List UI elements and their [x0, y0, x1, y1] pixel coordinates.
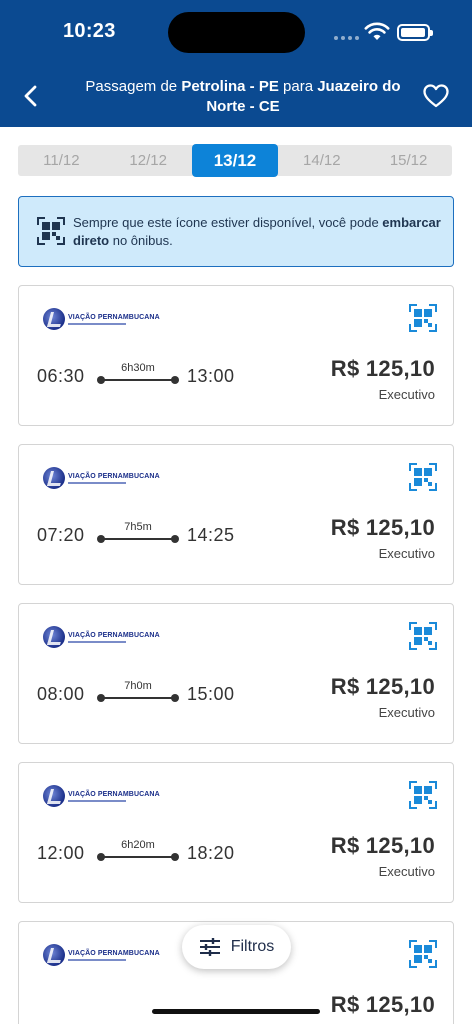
info-text-start: Sempre que este ícone estiver disponível… [73, 215, 383, 230]
company-name: VIAÇÃO PERNAMBUCANA [68, 790, 160, 798]
route-title: Passagem de Petrolina - PE para Juazeiro… [80, 77, 406, 117]
departure-time: 06:30 [37, 366, 85, 386]
trip-duration: 7h5m [124, 521, 152, 533]
dynamic-island [168, 12, 305, 53]
favorite-heart-icon[interactable] [422, 83, 450, 109]
company-logo-mark [43, 467, 65, 489]
route-line [97, 376, 179, 384]
trip-duration: 7h0m [124, 680, 152, 692]
company-logo-mark [43, 785, 65, 807]
date-tab-14-12[interactable]: 14/12 [278, 145, 365, 176]
company-logo-mark [43, 308, 65, 330]
service-class: Executivo [378, 705, 435, 720]
direct-boarding-qr-icon [409, 622, 437, 650]
date-tab-12-12[interactable]: 12/12 [105, 145, 192, 176]
status-time: 10:23 [63, 20, 116, 42]
arrival-time: 14:25 [187, 525, 235, 545]
trip-duration: 6h20m [121, 839, 155, 851]
departure-time: 12:00 [37, 843, 85, 863]
arrival-time: 18:20 [187, 843, 235, 863]
company-name: VIAÇÃO PERNAMBUCANA [68, 313, 160, 321]
trip-price: R$ 125,10 [330, 515, 435, 540]
trip-price: R$ 125,10 [330, 356, 435, 381]
trip-price: R$ 125,10 [330, 833, 435, 858]
company-logo: VIAÇÃO PERNAMBUCANA [43, 785, 160, 807]
filters-button[interactable]: Filtros [182, 925, 291, 969]
wifi-icon [364, 22, 390, 40]
direct-boarding-qr-icon [409, 940, 437, 968]
route-line [97, 694, 179, 702]
back-arrow-icon[interactable] [20, 83, 42, 109]
company-logo: VIAÇÃO PERNAMBUCANA [43, 467, 160, 489]
service-class: Executivo [378, 546, 435, 561]
company-logo: VIAÇÃO PERNAMBUCANA [43, 308, 160, 330]
app-header: 10:23 Passagem de Petrolina - PE para Ju… [0, 0, 472, 127]
direct-boarding-qr-icon [37, 217, 65, 245]
title-prefix: Passagem de [85, 78, 182, 95]
title-connector: para [278, 78, 318, 95]
direct-boarding-qr-icon [409, 304, 437, 332]
trip-duration: 6h30m [121, 362, 155, 374]
date-selector: 11/12 12/12 13/12 14/12 15/12 [18, 144, 452, 177]
date-tab-15-12[interactable]: 15/12 [365, 145, 452, 176]
company-logo-mark [43, 626, 65, 648]
company-logo-mark [43, 944, 65, 966]
direct-boarding-qr-icon [409, 781, 437, 809]
trip-card[interactable]: VIAÇÃO PERNAMBUCANA 12:00 6h20m 18:20 R$ 125… [18, 762, 454, 903]
trip-card[interactable]: VIAÇÃO PERNAMBUCANA 08:00 7h0m 15:00 R$ 125,… [18, 603, 454, 744]
company-logo: VIAÇÃO PERNAMBUCANA [43, 944, 160, 966]
trip-card[interactable]: VIAÇÃO PERNAMBUCANA 07:20 7h5m 14:25 R$ 125,… [18, 444, 454, 585]
company-name: VIAÇÃO PERNAMBUCANA [68, 472, 160, 480]
trip-card[interactable]: VIAÇÃO PERNAMBUCANA 06:30 6h30m 13:00 R$ 125… [18, 285, 454, 426]
route-line [97, 535, 179, 543]
company-logo: VIAÇÃO PERNAMBUCANA [43, 626, 160, 648]
origin-city: Petrolina - PE [181, 78, 279, 95]
info-text-end: no ônibus. [109, 233, 173, 248]
route-line [97, 853, 179, 861]
info-text: Sempre que este ícone estiver disponível… [73, 214, 443, 250]
company-name: VIAÇÃO PERNAMBUCANA [68, 949, 160, 957]
direct-boarding-info-banner: Sempre que este ícone estiver disponível… [18, 196, 454, 267]
departure-time: 08:00 [37, 684, 85, 704]
service-class: Executivo [378, 387, 435, 402]
battery-icon [397, 24, 433, 41]
date-tab-13-12-selected[interactable]: 13/12 [191, 144, 279, 177]
direct-boarding-qr-icon [409, 463, 437, 491]
signal-icon [334, 36, 359, 40]
date-tab-11-12[interactable]: 11/12 [18, 145, 105, 176]
service-class: Executivo [378, 864, 435, 879]
trip-price: R$ 125,10 [330, 674, 435, 699]
departure-time: 07:20 [37, 525, 85, 545]
arrival-time: 15:00 [187, 684, 235, 704]
sliders-icon [199, 938, 220, 956]
home-indicator [152, 1009, 320, 1014]
arrival-time: 13:00 [187, 366, 235, 386]
filters-label: Filtros [230, 938, 275, 955]
trip-price: R$ 125,10 [330, 992, 435, 1017]
company-name: VIAÇÃO PERNAMBUCANA [68, 631, 160, 639]
